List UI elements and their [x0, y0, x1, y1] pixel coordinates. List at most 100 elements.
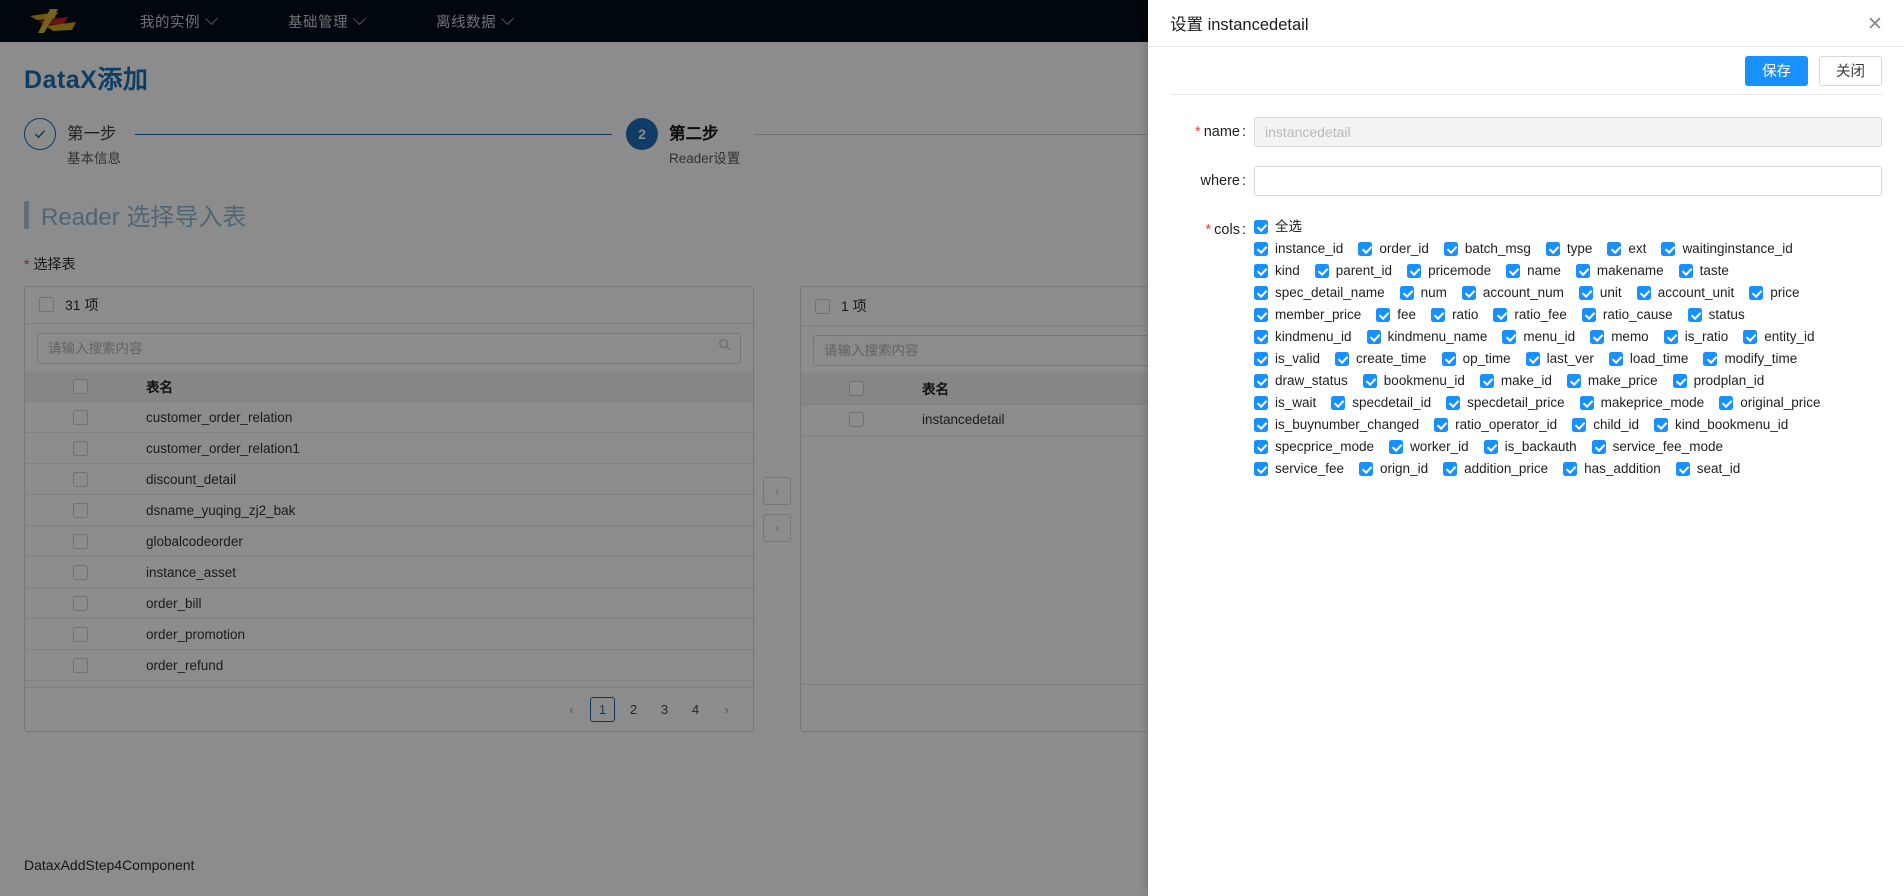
- cols-checkbox[interactable]: [1314, 264, 1329, 278]
- cols-checkbox[interactable]: [1431, 308, 1446, 322]
- cols-checkbox-item-status[interactable]: status: [1687, 306, 1745, 324]
- cols-checkbox[interactable]: [1493, 308, 1508, 322]
- cols-checkbox[interactable]: [1581, 308, 1596, 322]
- cols-checkbox-item-service_fee[interactable]: service_fee: [1254, 460, 1344, 478]
- cols-checkbox-item-last_ver[interactable]: last_ver: [1525, 350, 1594, 368]
- cols-checkbox-item-ratio[interactable]: ratio: [1431, 306, 1478, 324]
- cols-checkbox[interactable]: [1590, 330, 1605, 344]
- cols-checkbox[interactable]: [1719, 396, 1734, 410]
- cols-checkbox[interactable]: [1254, 396, 1268, 410]
- cols-checkbox[interactable]: [1661, 242, 1676, 256]
- cols-checkbox[interactable]: [1608, 352, 1623, 366]
- cols-checkbox-item-op_time[interactable]: op_time: [1441, 350, 1511, 368]
- cols-checkbox-item-service_fee_mode[interactable]: service_fee_mode: [1591, 438, 1723, 456]
- cols-checkbox-item-ratio_operator_id[interactable]: ratio_operator_id: [1434, 416, 1557, 434]
- cols-checkbox-item-has_addition[interactable]: has_addition: [1563, 460, 1661, 478]
- cols-checkbox[interactable]: [1506, 264, 1521, 278]
- cols-checkbox[interactable]: [1672, 374, 1687, 388]
- cols-checkbox[interactable]: [1335, 352, 1350, 366]
- cols-checkbox[interactable]: [1749, 286, 1764, 300]
- cols-checkbox[interactable]: [1254, 308, 1268, 322]
- cols-checkbox[interactable]: [1254, 330, 1268, 344]
- cols-checkbox-item-ratio_fee[interactable]: ratio_fee: [1493, 306, 1567, 324]
- save-button[interactable]: 保存: [1745, 55, 1808, 86]
- cols-checkbox-item-pricemode[interactable]: pricemode: [1407, 262, 1491, 280]
- cols-checkbox-item-name[interactable]: name: [1506, 262, 1561, 280]
- cols-checkbox[interactable]: [1653, 418, 1668, 432]
- cols-checkbox-item-specdetail_price[interactable]: specdetail_price: [1446, 394, 1565, 412]
- cols-checkbox-item-create_time[interactable]: create_time: [1335, 350, 1427, 368]
- cols-checkbox-item-is_valid[interactable]: is_valid: [1254, 350, 1320, 368]
- cols-checkbox[interactable]: [1389, 440, 1404, 454]
- cols-checkbox[interactable]: [1359, 462, 1374, 476]
- cols-checkbox-item-is_wait[interactable]: is_wait: [1254, 394, 1316, 412]
- cols-checkbox[interactable]: [1502, 330, 1517, 344]
- cols-checkbox[interactable]: [1362, 374, 1377, 388]
- cols-checkbox[interactable]: [1545, 242, 1560, 256]
- cols-checkbox[interactable]: [1407, 264, 1422, 278]
- cols-checkbox-item-taste[interactable]: taste: [1678, 262, 1729, 280]
- cols-checkbox-item-kind[interactable]: kind: [1254, 262, 1300, 280]
- cols-checkbox-item-batch_msg[interactable]: batch_msg: [1443, 240, 1531, 258]
- cols-checkbox-item-load_time[interactable]: load_time: [1608, 350, 1688, 368]
- cols-checkbox[interactable]: [1663, 330, 1678, 344]
- cols-checkbox-item-specprice_mode[interactable]: specprice_mode: [1254, 438, 1374, 456]
- cols-checkbox[interactable]: [1254, 264, 1268, 278]
- cols-checkbox-item-child_id[interactable]: child_id: [1572, 416, 1639, 434]
- cols-checkbox[interactable]: [1483, 440, 1498, 454]
- cols-checkbox[interactable]: [1254, 440, 1268, 454]
- cols-checkbox[interactable]: [1254, 242, 1268, 256]
- cols-checkbox-item-waitinginstance_id[interactable]: waitinginstance_id: [1661, 240, 1793, 258]
- cols-checkbox-item-make_id[interactable]: make_id: [1479, 372, 1552, 390]
- cols-checkbox-item-order_id[interactable]: order_id: [1358, 240, 1429, 258]
- cols-checkbox-item-make_price[interactable]: make_price: [1566, 372, 1658, 390]
- cols-checkbox[interactable]: [1461, 286, 1476, 300]
- cols-checkbox-item-modify_time[interactable]: modify_time: [1703, 350, 1797, 368]
- cols-checkbox-item-addition_price[interactable]: addition_price: [1443, 460, 1548, 478]
- cols-checkbox-item-seat_id[interactable]: seat_id: [1675, 460, 1740, 478]
- cols-checkbox-item-spec_detail_name[interactable]: spec_detail_name: [1254, 284, 1385, 302]
- cols-checkbox-item-unit[interactable]: unit: [1578, 284, 1622, 302]
- cols-checkbox[interactable]: [1443, 462, 1458, 476]
- cols-checkbox-item-memo[interactable]: memo: [1590, 328, 1649, 346]
- close-icon[interactable]: ✕: [1864, 13, 1886, 35]
- cols-checkbox-item-worker_id[interactable]: worker_id: [1389, 438, 1469, 456]
- cols-checkbox-item-draw_status[interactable]: draw_status: [1254, 372, 1348, 390]
- cols-checkbox-item-menu_id[interactable]: menu_id: [1502, 328, 1575, 346]
- cols-checkbox-item-kind_bookmenu_id[interactable]: kind_bookmenu_id: [1653, 416, 1788, 434]
- cols-checkbox[interactable]: [1254, 462, 1268, 476]
- cols-checkbox-item-is_backauth[interactable]: is_backauth: [1483, 438, 1577, 456]
- cols-checkbox[interactable]: [1525, 352, 1540, 366]
- cols-checkbox-item-ext[interactable]: ext: [1607, 240, 1646, 258]
- cols-checkbox-item-bookmenu_id[interactable]: bookmenu_id: [1362, 372, 1465, 390]
- cols-checkbox[interactable]: [1254, 286, 1268, 300]
- close-button[interactable]: 关闭: [1819, 55, 1882, 86]
- cols-checkbox[interactable]: [1254, 418, 1268, 432]
- cols-checkbox-item-prodplan_id[interactable]: prodplan_id: [1672, 372, 1764, 390]
- cols-checkbox[interactable]: [1376, 308, 1391, 322]
- cols-checkbox[interactable]: [1575, 264, 1590, 278]
- cols-checkbox[interactable]: [1566, 374, 1581, 388]
- cols-checkbox[interactable]: [1579, 396, 1594, 410]
- cols-checkbox[interactable]: [1434, 418, 1449, 432]
- cols-checkbox-item-entity_id[interactable]: entity_id: [1743, 328, 1815, 346]
- cols-checkbox-item-instance_id[interactable]: instance_id: [1254, 240, 1343, 258]
- cols-checkbox[interactable]: [1563, 462, 1578, 476]
- cols-checkbox[interactable]: [1366, 330, 1381, 344]
- cols-checkbox-item-specdetail_id[interactable]: specdetail_id: [1331, 394, 1431, 412]
- cols-checkbox-item-original_price[interactable]: original_price: [1719, 394, 1821, 412]
- cols-checkbox[interactable]: [1331, 396, 1346, 410]
- cols-checkbox-item-account_unit[interactable]: account_unit: [1636, 284, 1734, 302]
- cols-checkbox-item-fee[interactable]: fee: [1376, 306, 1416, 324]
- cols-checkbox-item-orign_id[interactable]: orign_id: [1359, 460, 1428, 478]
- cols-checkbox-item-ratio_cause[interactable]: ratio_cause: [1581, 306, 1673, 324]
- cols-checkbox[interactable]: [1572, 418, 1587, 432]
- cols-checkbox-item-kindmenu_id[interactable]: kindmenu_id: [1254, 328, 1352, 346]
- cols-checkbox-item-account_num[interactable]: account_num: [1461, 284, 1564, 302]
- cols-checkbox[interactable]: [1675, 462, 1690, 476]
- cols-checkbox-item-price[interactable]: price: [1749, 284, 1800, 302]
- cols-checkbox-item-type[interactable]: type: [1545, 240, 1592, 258]
- cols-checkbox[interactable]: [1446, 396, 1461, 410]
- cols-checkbox[interactable]: [1358, 242, 1373, 256]
- cols-checkbox[interactable]: [1479, 374, 1494, 388]
